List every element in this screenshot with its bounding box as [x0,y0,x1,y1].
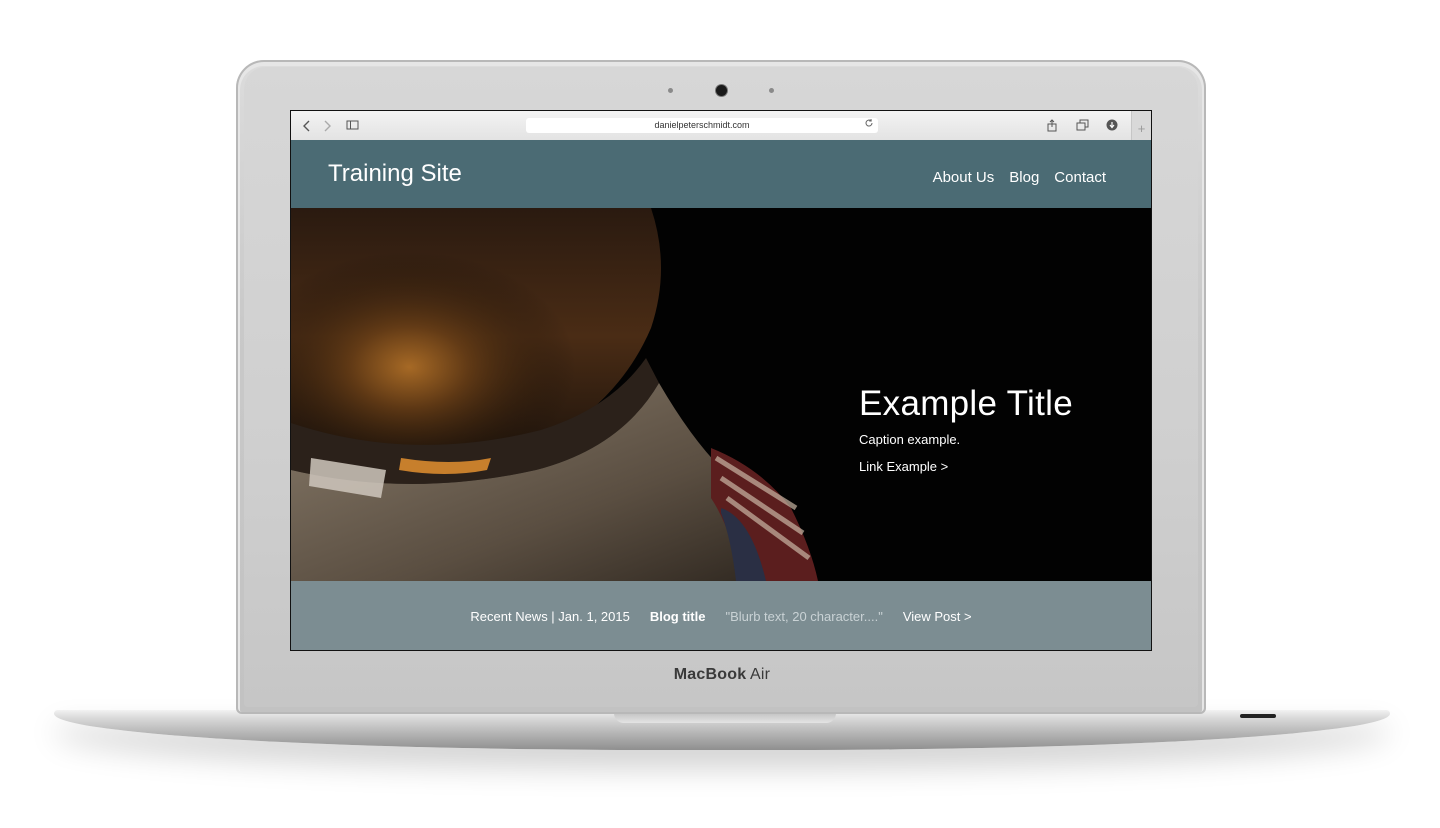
mic-dot-right [769,88,774,93]
news-blog-title[interactable]: Blog title [650,609,706,624]
site-title[interactable]: Training Site [328,160,462,188]
address-bar[interactable]: danielpeterschmidt.com [526,118,878,133]
main-nav: About Us Blog Contact [933,169,1106,186]
hero-title: Example Title [859,384,1073,423]
url-text: danielpeterschmidt.com [654,120,750,130]
reload-icon[interactable] [864,118,874,133]
share-icon[interactable] [1041,119,1063,133]
chevron-right-icon[interactable] [318,119,336,133]
view-post-link[interactable]: View Post > [903,609,972,624]
camera-icon [716,85,727,96]
site-header: Training Site About Us Blog Contact [291,140,1151,208]
screen: danielpeterschmidt.com + Training Site A… [290,110,1152,651]
hero-text-block: Example Title Caption example. Link Exam… [859,384,1073,474]
hero-section: Example Title Caption example. Link Exam… [291,208,1151,581]
device-brand-label: MacBook Air [673,666,771,683]
nav-link-blog[interactable]: Blog [1009,169,1039,186]
hero-link[interactable]: Link Example > [859,459,1073,474]
laptop-indicator-light [1240,714,1276,718]
hero-caption: Caption example. [859,432,961,447]
news-blurb: "Blurb text, 20 character...." [725,608,883,624]
download-icon[interactable] [1101,119,1123,133]
sidebar-icon[interactable] [343,119,361,133]
browser-toolbar: danielpeterschmidt.com + [291,111,1151,141]
nav-link-contact[interactable]: Contact [1054,169,1106,186]
plus-icon[interactable]: + [1131,111,1151,141]
mic-dot-left [668,88,673,93]
recent-news-bar: Recent News | Jan. 1, 2015 Blog title "B… [291,581,1151,650]
news-label: Recent News | Jan. 1, 2015 [470,608,630,624]
nav-link-about-us[interactable]: About Us [933,169,995,186]
chevron-left-icon[interactable] [298,119,316,133]
tabs-icon[interactable] [1071,119,1093,133]
